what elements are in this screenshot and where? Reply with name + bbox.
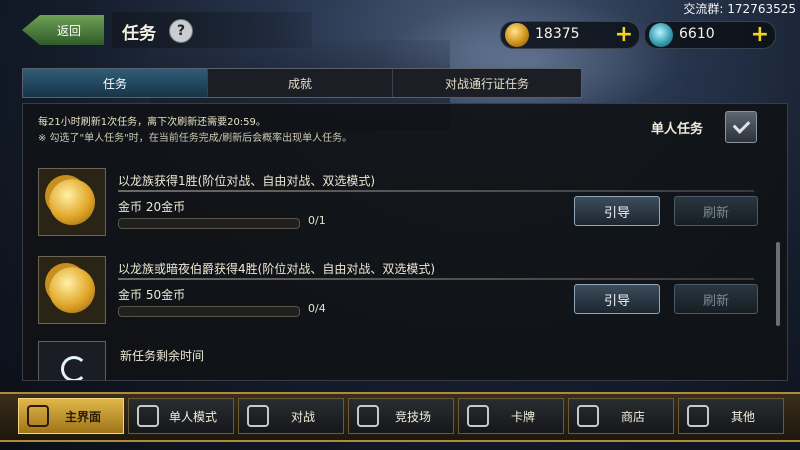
- cards-icon: [467, 405, 489, 427]
- tab-tasks[interactable]: 任务: [23, 69, 208, 97]
- gem-icon: [649, 23, 673, 47]
- quest-item: 以龙族或暗夜伯爵获得4胜(阶位对战、自由对战、双选模式) 金币 50金币 0/4…: [30, 256, 776, 336]
- gold-coins-icon: [38, 168, 106, 236]
- page-title: 任务: [122, 24, 156, 44]
- nav-label: 竞技场: [394, 409, 431, 424]
- nav-battle[interactable]: 对战: [238, 398, 344, 434]
- other-icon: [687, 405, 709, 427]
- gem-counter: 6610 +: [644, 21, 776, 49]
- nav-label: 其他: [730, 409, 755, 424]
- gem-amount: 6610: [679, 26, 715, 42]
- back-button[interactable]: 返回: [22, 15, 104, 45]
- tab-bar: 任务 成就 对战通行证任务: [22, 68, 582, 98]
- single-task-checkbox[interactable]: [725, 111, 757, 143]
- gold-counter: 18375 +: [500, 21, 640, 49]
- nav-label: 对战: [290, 409, 315, 424]
- gold-amount: 18375: [535, 26, 580, 42]
- timer-icon: [38, 341, 106, 380]
- checkmark-icon: [732, 116, 750, 134]
- back-button-label: 返回: [56, 23, 81, 38]
- quest-divider: [118, 278, 754, 280]
- nav-arena[interactable]: 竞技场: [348, 398, 454, 434]
- refresh-button[interactable]: 刷新: [674, 284, 758, 314]
- quest-progress-text: 0/4: [308, 302, 326, 315]
- guide-button[interactable]: 引导: [574, 196, 660, 226]
- nav-single-mode[interactable]: 单人模式: [128, 398, 234, 434]
- home-icon: [27, 405, 49, 427]
- single-mode-icon: [137, 405, 159, 427]
- nav-label: 商店: [620, 409, 645, 424]
- quest-name: 以龙族获得1胜(阶位对战、自由对战、双选模式): [118, 174, 375, 188]
- quest-progress-text: 0/1: [308, 214, 326, 227]
- new-task-timer-label: 新任务剩余时间: [120, 349, 205, 363]
- watermark-text: 交流群: 172763525: [683, 2, 796, 16]
- single-task-notice: ※ 勾选了"单人任务"时，在当前任务完成/刷新后会概率出现单人任务。: [38, 133, 353, 144]
- scrollbar[interactable]: [776, 242, 780, 326]
- single-task-label: 单人任务: [651, 122, 704, 137]
- add-gold-button[interactable]: +: [615, 24, 633, 46]
- quest-reward: 金币 20金币: [118, 200, 186, 214]
- gold-coins-icon: [38, 256, 106, 324]
- quest-divider: [118, 190, 754, 192]
- quest-name: 以龙族或暗夜伯爵获得4胜(阶位对战、自由对战、双选模式): [118, 262, 436, 276]
- nav-label: 卡牌: [510, 409, 535, 424]
- refresh-button[interactable]: 刷新: [674, 196, 758, 226]
- nav-label: 单人模式: [168, 409, 217, 424]
- nav-home[interactable]: 主界面: [18, 398, 124, 434]
- arena-icon: [357, 405, 379, 427]
- guide-button[interactable]: 引导: [574, 284, 660, 314]
- quest-reward: 金币 50金币: [118, 288, 186, 302]
- quest-item: 以龙族获得1胜(阶位对战、自由对战、双选模式) 金币 20金币 0/1 引导 刷…: [30, 168, 776, 248]
- quest-progress-bar: [118, 218, 300, 229]
- tab-battle-pass-tasks[interactable]: 对战通行证任务: [393, 69, 581, 97]
- refresh-notice: 每21小时刷新1次任务，离下次刷新还需要20:59。: [38, 117, 266, 128]
- shop-icon: [577, 405, 599, 427]
- gold-coin-icon: [505, 23, 529, 47]
- add-gem-button[interactable]: +: [751, 24, 769, 46]
- nav-shop[interactable]: 商店: [568, 398, 674, 434]
- tab-achievements[interactable]: 成就: [208, 69, 393, 97]
- quest-progress-bar: [118, 306, 300, 317]
- nav-other[interactable]: 其他: [678, 398, 784, 434]
- nav-cards[interactable]: 卡牌: [458, 398, 564, 434]
- crossed-swords-icon: [247, 405, 269, 427]
- nav-label: 主界面: [64, 409, 101, 424]
- help-icon[interactable]: ?: [169, 19, 193, 43]
